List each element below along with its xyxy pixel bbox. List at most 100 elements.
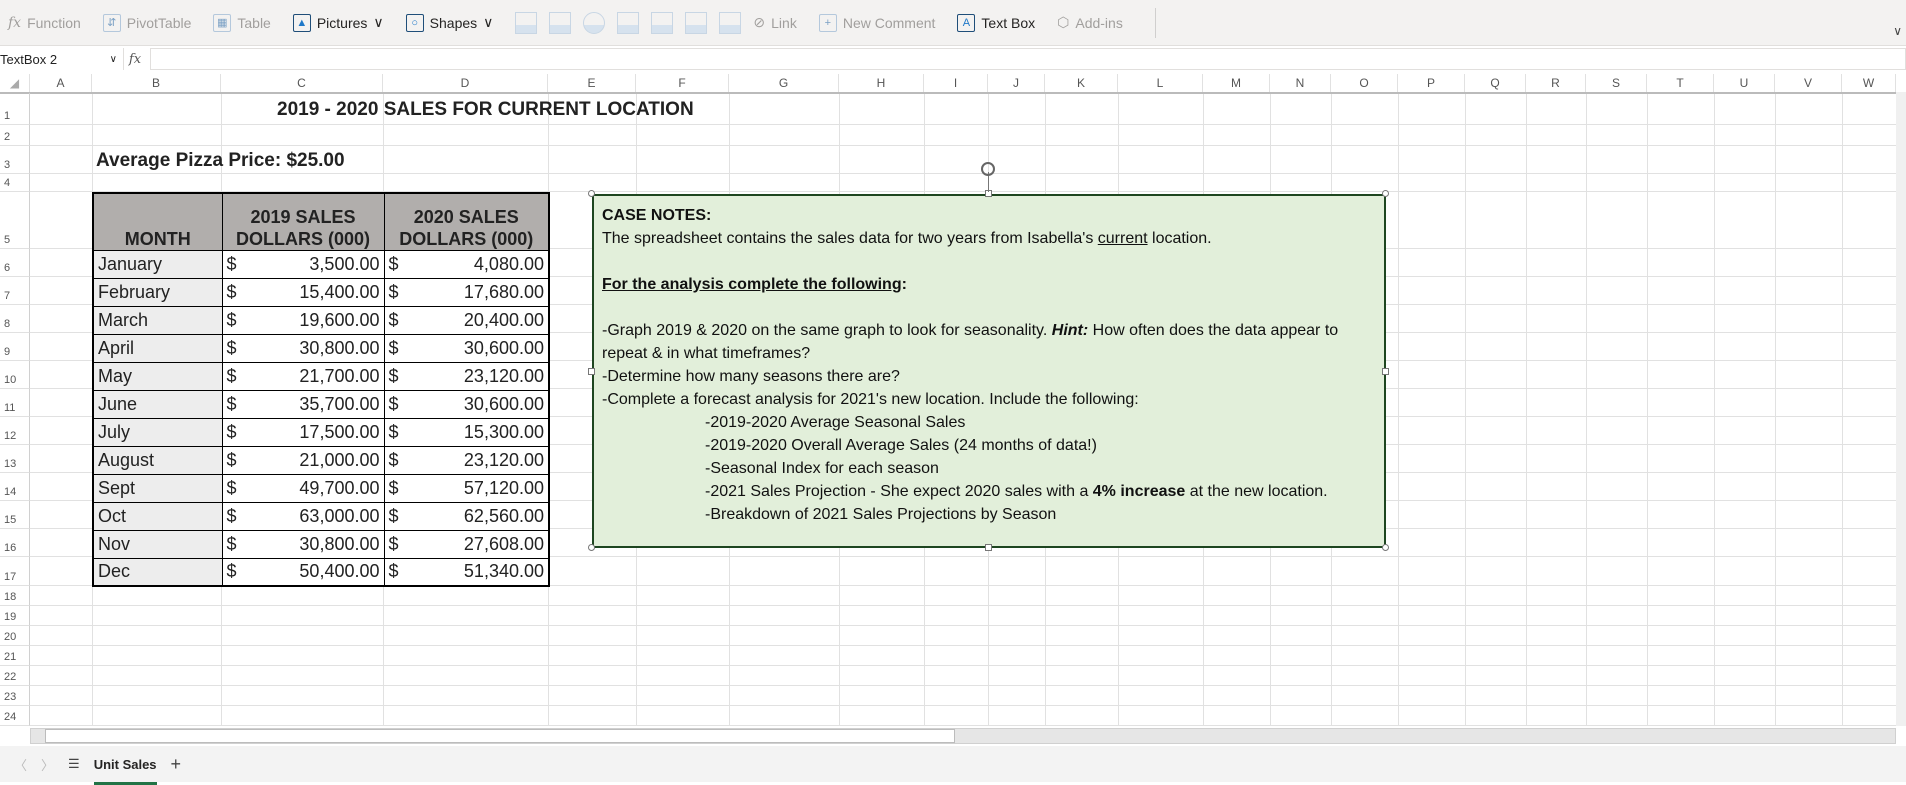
scrollbar-thumb[interactable] <box>45 729 955 743</box>
text-box-button[interactable]: A Text Box <box>957 13 1035 32</box>
next-sheet-icon[interactable]: 〉 <box>41 755 54 774</box>
row-header-3[interactable]: 3 <box>0 146 30 174</box>
column-header-A[interactable]: A <box>30 74 92 93</box>
column-chart-icon[interactable] <box>515 11 538 34</box>
column-header-U[interactable]: U <box>1714 74 1775 93</box>
month-cell[interactable]: March <box>92 305 223 335</box>
link-button[interactable]: ⊘ Link <box>753 14 796 31</box>
prev-sheet-icon[interactable]: 〈 <box>14 755 27 774</box>
fx-icon[interactable]: fx <box>124 52 146 67</box>
resize-handle[interactable] <box>1382 368 1389 375</box>
add-ins-button[interactable]: ⬡ Add-ins <box>1057 14 1123 31</box>
month-cell[interactable]: July <box>92 417 223 447</box>
sales-2019-cell[interactable]: $3,500.00 <box>221 249 385 279</box>
case-notes-textbox[interactable]: CASE NOTES: The spreadsheet contains the… <box>592 194 1386 548</box>
function-button[interactable]: fx Function <box>8 15 81 31</box>
sales-2019-cell[interactable]: $21,000.00 <box>221 445 385 475</box>
row-header-24[interactable]: 24 <box>0 706 30 726</box>
column-header-W[interactable]: W <box>1842 74 1896 93</box>
sheet-list-icon[interactable]: ☰ <box>68 756 80 772</box>
column-header-H[interactable]: H <box>839 74 924 93</box>
row-header-15[interactable]: 15 <box>0 501 30 529</box>
column-header-G[interactable]: G <box>729 74 839 93</box>
row-header-20[interactable]: 20 <box>0 626 30 646</box>
sales-2019-cell[interactable]: $19,600.00 <box>221 305 385 335</box>
select-all-corner[interactable]: ◢ <box>0 74 30 93</box>
row-header-23[interactable]: 23 <box>0 686 30 706</box>
sales-2020-cell[interactable]: $17,680.00 <box>383 277 550 307</box>
resize-handle[interactable] <box>1382 190 1389 197</box>
month-cell[interactable]: August <box>92 445 223 475</box>
resize-handle[interactable] <box>588 368 595 375</box>
other-charts-icon[interactable] <box>719 11 742 34</box>
row-header-9[interactable]: 9 <box>0 333 30 361</box>
formula-input[interactable] <box>150 48 1906 70</box>
resize-handle[interactable] <box>1382 544 1389 551</box>
resize-handle[interactable] <box>985 544 992 551</box>
sales-2019-cell[interactable]: $50,400.00 <box>221 557 385 587</box>
row-header-7[interactable]: 7 <box>0 277 30 305</box>
sales-2020-cell[interactable]: $15,300.00 <box>383 417 550 447</box>
sales-2020-cell[interactable]: $27,608.00 <box>383 529 550 559</box>
column-header-F[interactable]: F <box>636 74 729 93</box>
scatter-chart-icon[interactable] <box>685 11 708 34</box>
line-chart-icon[interactable] <box>549 11 572 34</box>
row-header-14[interactable]: 14 <box>0 473 30 501</box>
sales-2019-cell[interactable]: $49,700.00 <box>221 473 385 503</box>
month-cell[interactable]: Oct <box>92 501 223 531</box>
month-cell[interactable]: Dec <box>92 557 223 587</box>
sales-2019-cell[interactable]: $35,700.00 <box>221 389 385 419</box>
tab-unit-sales[interactable]: Unit Sales <box>93 757 157 785</box>
row-header-22[interactable]: 22 <box>0 666 30 686</box>
column-header-P[interactable]: P <box>1398 74 1465 93</box>
row-header-10[interactable]: 10 <box>0 361 30 389</box>
sales-2020-cell[interactable]: $23,120.00 <box>383 361 550 391</box>
column-header-V[interactable]: V <box>1775 74 1842 93</box>
sales-2020-cell[interactable]: $57,120.00 <box>383 473 550 503</box>
new-comment-button[interactable]: + New Comment <box>818 13 935 32</box>
row-header-16[interactable]: 16 <box>0 529 30 557</box>
row-header-4[interactable]: 4 <box>0 174 30 192</box>
row-header-18[interactable]: 18 <box>0 586 30 606</box>
sales-2020-cell[interactable]: $51,340.00 <box>383 557 550 587</box>
add-sheet-icon[interactable]: + <box>171 754 182 775</box>
bar-chart-icon[interactable] <box>617 11 640 34</box>
area-chart-icon[interactable] <box>651 11 674 34</box>
column-header-B[interactable]: B <box>92 74 221 93</box>
column-header-M[interactable]: M <box>1203 74 1270 93</box>
sales-2019-cell[interactable]: $17,500.00 <box>221 417 385 447</box>
sales-2020-cell[interactable]: $20,400.00 <box>383 305 550 335</box>
vertical-scrollbar[interactable] <box>1896 92 1906 726</box>
sales-2019-cell[interactable]: $30,800.00 <box>221 529 385 559</box>
sales-2019-cell[interactable]: $21,700.00 <box>221 361 385 391</box>
pie-chart-icon[interactable] <box>583 11 606 34</box>
column-header-S[interactable]: S <box>1586 74 1647 93</box>
sales-2020-cell[interactable]: $23,120.00 <box>383 445 550 475</box>
column-header-Q[interactable]: Q <box>1465 74 1526 93</box>
sales-2020-cell[interactable]: $62,560.00 <box>383 501 550 531</box>
column-header-L[interactable]: L <box>1118 74 1203 93</box>
row-header-19[interactable]: 19 <box>0 606 30 626</box>
column-header-O[interactable]: O <box>1331 74 1398 93</box>
name-box[interactable]: TextBox 2 ∨ <box>0 48 124 70</box>
column-header-K[interactable]: K <box>1045 74 1118 93</box>
pivottable-button[interactable]: ⇵ PivotTable <box>102 13 191 32</box>
month-cell[interactable]: Nov <box>92 529 223 559</box>
row-header-1[interactable]: 1 <box>0 93 30 125</box>
row-header-13[interactable]: 13 <box>0 445 30 473</box>
month-cell[interactable]: May <box>92 361 223 391</box>
row-header-6[interactable]: 6 <box>0 249 30 277</box>
shapes-button[interactable]: ○ Shapes ∨ <box>405 13 493 32</box>
sales-2020-cell[interactable]: $4,080.00 <box>383 249 550 279</box>
column-header-C[interactable]: C <box>221 74 383 93</box>
row-header-5[interactable]: 5 <box>0 192 30 249</box>
sales-2020-cell[interactable]: $30,600.00 <box>383 389 550 419</box>
column-header-E[interactable]: E <box>548 74 636 93</box>
row-header-12[interactable]: 12 <box>0 417 30 445</box>
sales-2019-cell[interactable]: $15,400.00 <box>221 277 385 307</box>
column-header-R[interactable]: R <box>1526 74 1586 93</box>
sales-2020-cell[interactable]: $30,600.00 <box>383 333 550 363</box>
table-button[interactable]: ▦ Table <box>213 13 271 32</box>
rotate-handle-icon[interactable] <box>981 162 995 176</box>
sales-2019-cell[interactable]: $30,800.00 <box>221 333 385 363</box>
